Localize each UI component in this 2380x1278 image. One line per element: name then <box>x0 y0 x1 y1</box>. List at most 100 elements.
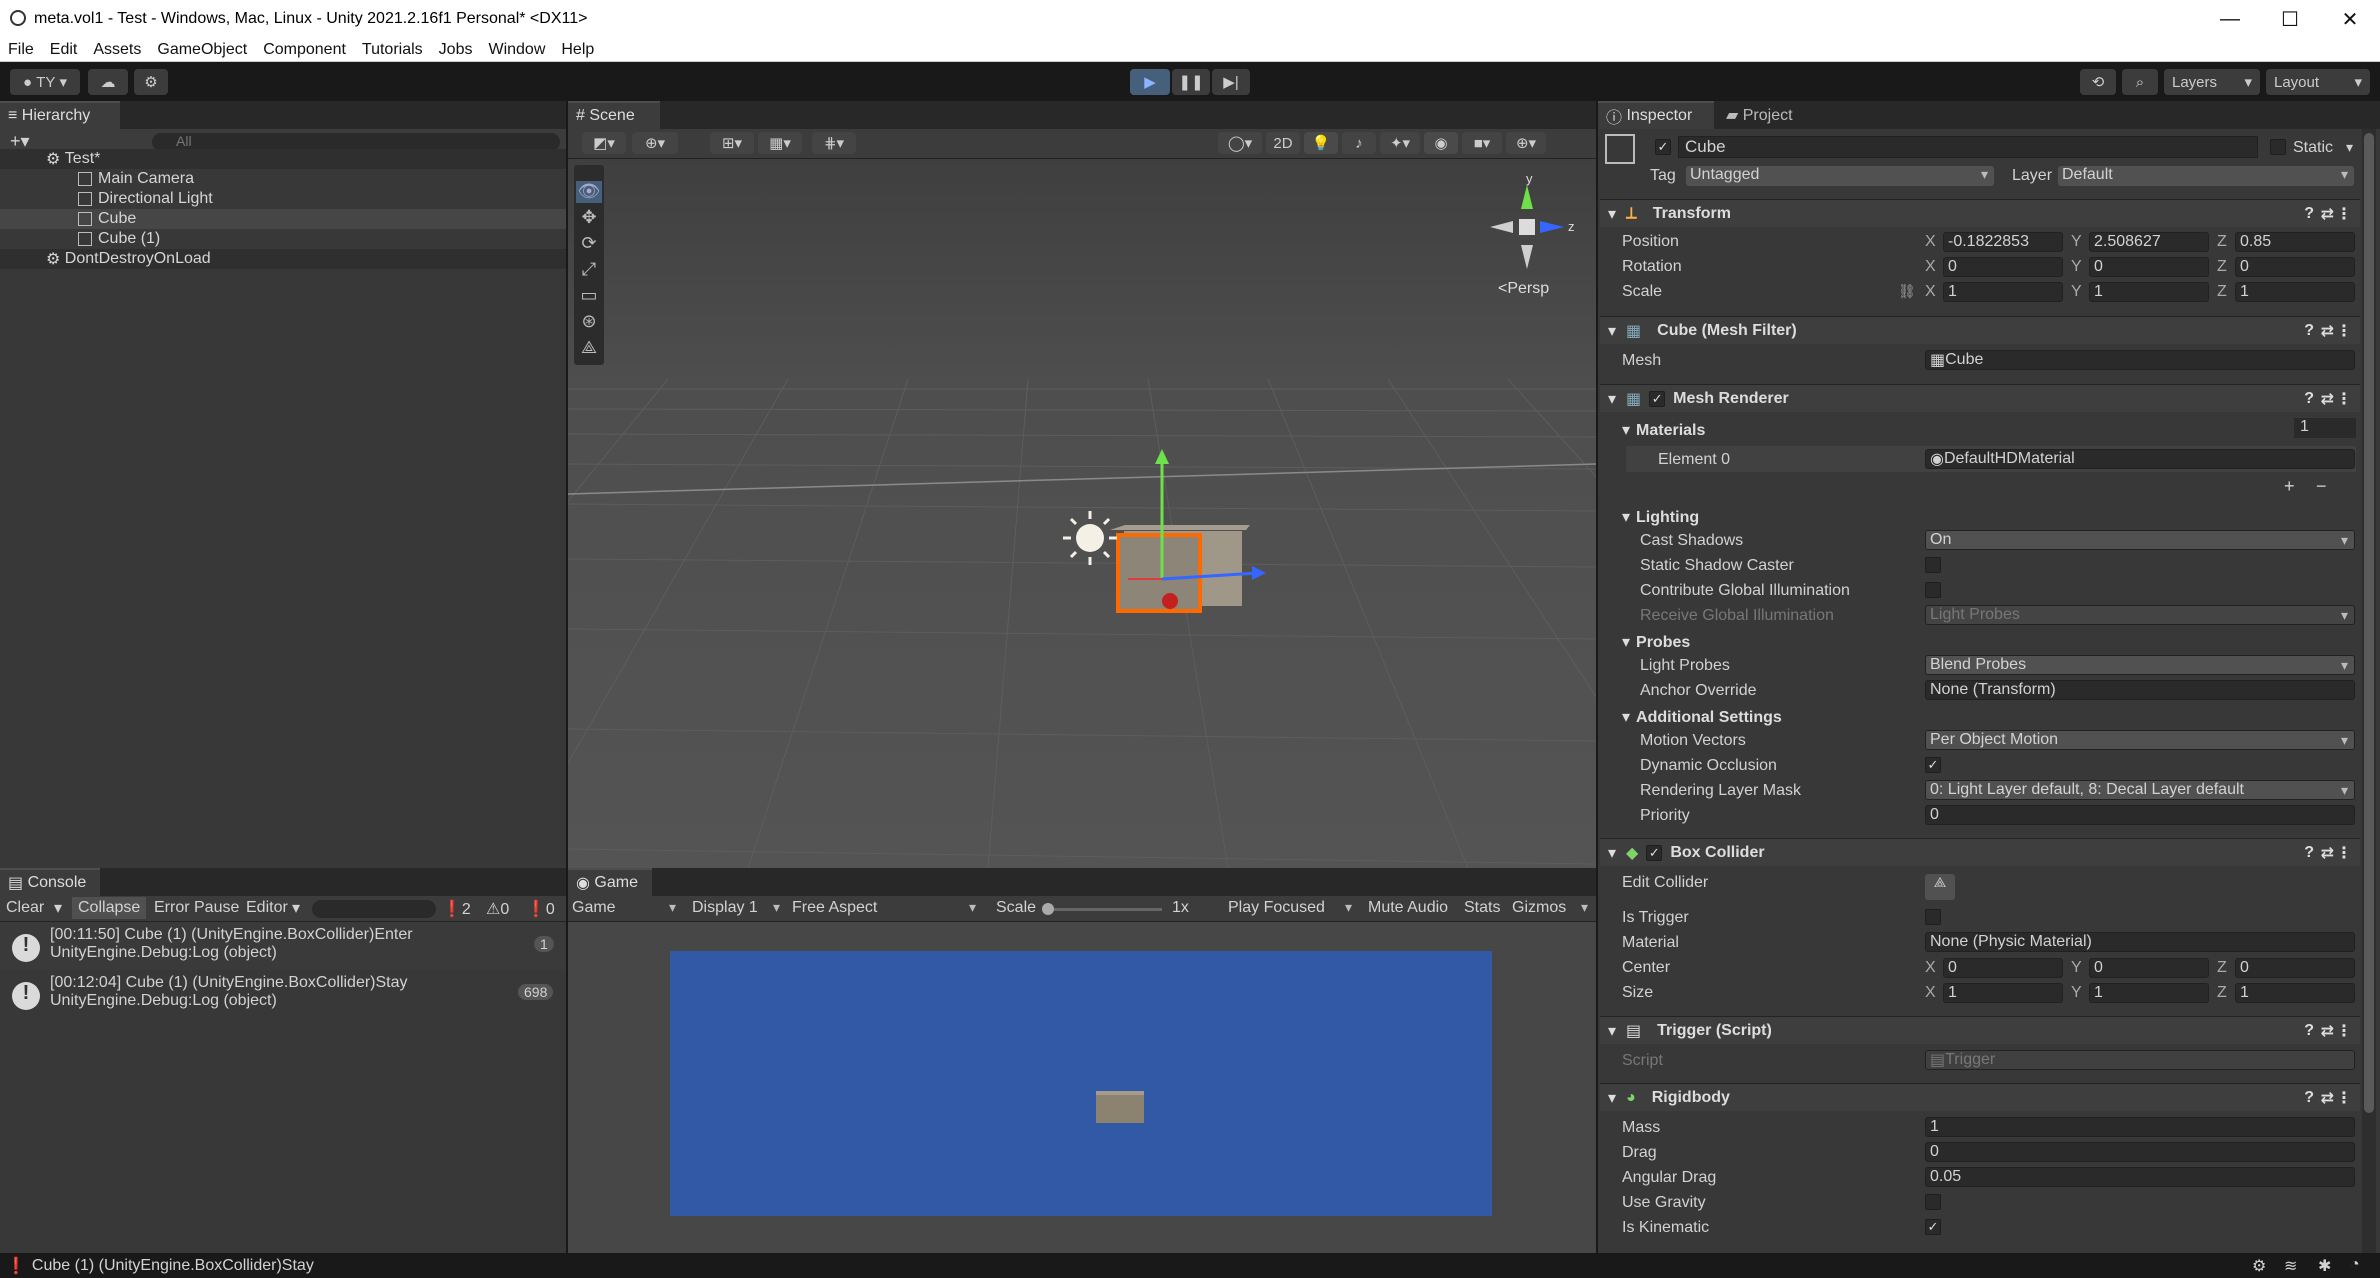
material-field[interactable]: ◉ DefaultHDMaterial <box>1925 449 2355 469</box>
effects-icon[interactable]: ✦▾ <box>1380 132 1420 154</box>
console-search-input[interactable] <box>312 900 436 918</box>
collapse-button[interactable]: Collapse <box>72 897 147 919</box>
increment-icon[interactable]: ⋕▾ <box>812 132 856 154</box>
cloud-icon[interactable]: ☁ <box>88 69 128 95</box>
link-icon[interactable]: ⛓ <box>1898 283 1916 300</box>
object-name-field[interactable]: Cube <box>1678 136 2258 158</box>
drag-field[interactable]: 0 <box>1925 1142 2355 1162</box>
mass-field[interactable]: 1 <box>1925 1117 2355 1137</box>
shading-mode-icon[interactable]: ◩▾ <box>582 132 626 154</box>
light-probes-dropdown[interactable]: Blend Probes <box>1925 655 2355 675</box>
position-y-field[interactable]: Y 2.508627 <box>2071 232 2209 252</box>
position-x-field[interactable]: X -0.1822853 <box>1925 232 2063 252</box>
scale-z-field[interactable]: Z1 <box>2217 282 2355 302</box>
hierarchy-item[interactable]: Cube (1) <box>0 229 566 249</box>
menu-gameobject[interactable]: GameObject <box>157 41 247 59</box>
progress-icon[interactable]: ≋ <box>2284 1256 2297 1276</box>
minimize-button[interactable]: — <box>2205 0 2255 38</box>
rotate-tool-icon[interactable]: ⟳ <box>576 233 602 255</box>
persp-label[interactable]: <Persp <box>1498 280 1549 297</box>
rect-tool-icon[interactable]: ▭ <box>576 285 602 307</box>
size-y-field[interactable]: Y1 <box>2071 983 2209 1003</box>
scale-slider[interactable] <box>1042 903 1162 915</box>
maximize-button[interactable]: ☐ <box>2265 0 2315 38</box>
rendering-layer-mask-dropdown[interactable]: 0: Light Layer default, 8: Decal Layer d… <box>1925 780 2355 800</box>
scene-viewport[interactable]: y z <Persp <box>568 159 1596 868</box>
move-tool-icon[interactable]: ✥ <box>576 207 602 229</box>
static-shadow-caster-checkbox[interactable] <box>1925 557 1941 573</box>
scale-slider-thumb[interactable] <box>1042 903 1054 915</box>
add-material-button[interactable]: + <box>2284 476 2295 497</box>
gizmos-dropdown[interactable]: Gizmos <box>1512 899 1594 917</box>
draw-mode-icon[interactable]: ◯▾ <box>1218 132 1262 154</box>
snap-icon[interactable]: ⊞▾ <box>710 132 754 154</box>
tab-project[interactable]: ▰ Project <box>1726 105 1793 125</box>
audio-icon[interactable]: ♪ <box>1342 132 1376 154</box>
is-kinematic-checkbox[interactable]: ✓ <box>1925 1219 1941 1235</box>
clear-button[interactable]: Clear <box>6 899 44 917</box>
rotation-x-field[interactable]: X0 <box>1925 257 2063 277</box>
layer-dropdown[interactable]: Default <box>2058 166 2354 186</box>
angular-drag-field[interactable]: 0.05 <box>1925 1167 2355 1187</box>
play-focused-dropdown[interactable]: Play Focused <box>1228 899 1358 917</box>
custom-tool-icon[interactable]: ⟁ <box>576 337 602 359</box>
hidden-objects-icon[interactable]: ◉ <box>1424 132 1458 154</box>
log-entry[interactable]: ! [00:12:04] Cube (1) (UnityEngine.BoxCo… <box>0 970 566 1018</box>
light-bake-icon[interactable]: ◔ <box>2350 1256 2360 1274</box>
hierarchy-item-selected[interactable]: Cube <box>0 209 566 229</box>
layout-dropdown[interactable]: Layout ▾ <box>2266 69 2370 95</box>
status-bar[interactable]: ❗ Cube (1) (UnityEngine.BoxCollider)Stay… <box>0 1253 2380 1278</box>
error-pause-button[interactable]: Error Pause <box>154 899 239 917</box>
pause-button[interactable]: ❚❚ <box>1172 69 1210 95</box>
dynamic-occlusion-checkbox[interactable]: ✓ <box>1925 757 1941 773</box>
menu-component[interactable]: Component <box>263 41 346 59</box>
position-z-field[interactable]: Z 0.85 <box>2217 232 2355 252</box>
tab-inspector[interactable]: ⓘ Inspector <box>1598 101 1714 129</box>
mute-audio-button[interactable]: Mute Audio <box>1368 899 1448 917</box>
rotation-y-field[interactable]: Y0 <box>2071 257 2209 277</box>
priority-field[interactable]: 0 <box>1925 805 2355 825</box>
dontdestroy-row[interactable]: ⚙ DontDestroyOnLoad <box>0 249 566 269</box>
aspect-dropdown[interactable]: Free Aspect <box>792 899 982 917</box>
help-icon[interactable]: ? <box>2304 205 2314 223</box>
rotation-z-field[interactable]: Z0 <box>2217 257 2355 277</box>
menu-tutorials[interactable]: Tutorials <box>362 41 423 59</box>
trigger-script-header[interactable]: ▾ ▤ Trigger (Script)? ⇄ ⋮ <box>1600 1016 2360 1044</box>
gizmos-icon[interactable]: ⊕▾ <box>1506 132 1546 154</box>
mesh-renderer-enabled-checkbox[interactable]: ✓ <box>1649 390 1666 407</box>
warning-count-badge[interactable]: ⚠0 <box>486 899 509 919</box>
hierarchy-item[interactable]: Directional Light <box>0 189 566 209</box>
log-entry[interactable]: ! [00:11:50] Cube (1) (UnityEngine.BoxCo… <box>0 922 566 970</box>
editor-dropdown[interactable]: Editor <box>246 899 288 917</box>
game-viewport[interactable] <box>670 951 1492 1216</box>
play-button[interactable]: ▶ <box>1130 69 1170 95</box>
box-collider-enabled-checkbox[interactable]: ✓ <box>1646 844 1663 861</box>
lighting-icon[interactable]: 💡 <box>1304 132 1338 154</box>
grid-snap-icon[interactable]: ▦▾ <box>758 132 802 154</box>
is-trigger-checkbox[interactable] <box>1925 909 1941 925</box>
transform-header[interactable]: ▾ ⟂ Transform? ⇄ ⋮ <box>1600 199 2360 227</box>
menu-assets[interactable]: Assets <box>93 41 141 59</box>
center-z-field[interactable]: Z0 <box>2217 958 2355 978</box>
inspector-scrollbar[interactable] <box>2362 129 2376 1253</box>
layers-dropdown[interactable]: Layers ▾ <box>2164 69 2260 95</box>
stats-button[interactable]: Stats <box>1464 899 1500 917</box>
motion-vectors-dropdown[interactable]: Per Object Motion <box>1925 730 2355 750</box>
menu-jobs[interactable]: Jobs <box>439 41 473 59</box>
bug-icon[interactable]: ✱ <box>2318 1256 2331 1276</box>
search-icon[interactable]: ⌕ <box>2122 69 2158 95</box>
tab-console[interactable]: ▤ Console <box>0 868 100 896</box>
anchor-override-field[interactable]: None (Transform) <box>1925 680 2355 700</box>
active-checkbox[interactable]: ✓ <box>1655 139 1671 155</box>
physic-material-field[interactable]: None (Physic Material) <box>1925 932 2355 952</box>
preset-icon[interactable]: ⇄ <box>2321 204 2334 224</box>
cast-shadows-dropdown[interactable]: On <box>1925 530 2355 550</box>
hierarchy-item[interactable]: Main Camera <box>0 169 566 189</box>
toggle-2d-button[interactable]: 2D <box>1266 132 1300 154</box>
tab-hierarchy[interactable]: ≡ Hierarchy <box>0 101 120 129</box>
probes-foldout[interactable]: ▾ Probes <box>1622 632 1690 652</box>
materials-count-field[interactable]: 1 <box>2294 418 2356 438</box>
camera-icon[interactable]: ■▾ <box>1462 132 1502 154</box>
error-count-badge[interactable]: ❗0 <box>526 899 555 919</box>
auto-generate-icon[interactable]: ⚙ <box>2252 1256 2266 1276</box>
